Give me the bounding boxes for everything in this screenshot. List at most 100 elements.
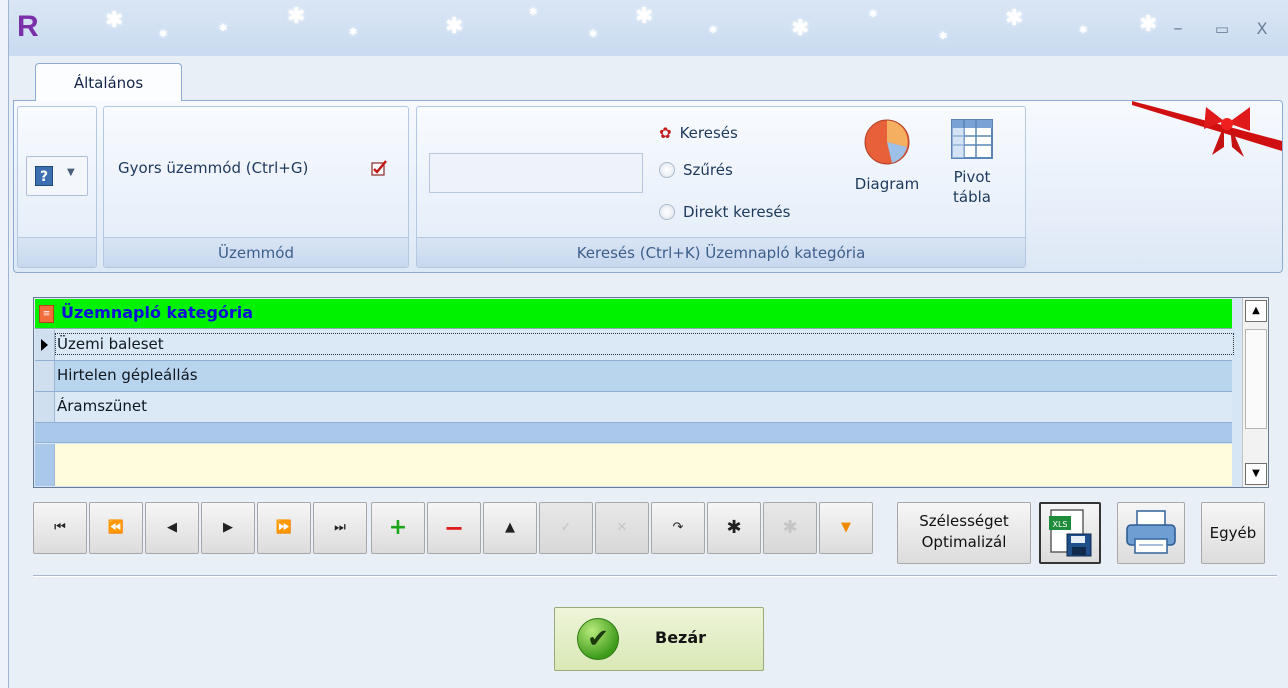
ribbon-group-help: ? ▼ bbox=[17, 106, 97, 268]
application-window: R ✱ ✱ ✱ ✱ ✱ ✱ ✱ ✱ ✱ ✱ ✱ ✱ ✱ ✱ ✱ ✱ – ▭ X … bbox=[9, 0, 1288, 688]
option-label: Keresés bbox=[679, 124, 738, 142]
snowflake-decoration: ✱ bbox=[1079, 25, 1088, 36]
print-button[interactable] bbox=[1117, 502, 1185, 564]
row-selector[interactable] bbox=[35, 444, 55, 486]
option-szures[interactable]: Szűrés bbox=[659, 161, 733, 179]
current-row-arrow-icon bbox=[41, 339, 48, 351]
option-label: Direkt keresés bbox=[683, 203, 791, 221]
table-cell[interactable]: Üzemi baleset bbox=[55, 333, 1234, 355]
row-selector[interactable] bbox=[35, 361, 55, 391]
first-record-button[interactable]: ⏮ bbox=[33, 502, 87, 554]
maximize-button[interactable]: ▭ bbox=[1209, 16, 1235, 42]
previous-page-button[interactable]: ⏪ bbox=[89, 502, 143, 554]
quick-mode-check-icon[interactable] bbox=[370, 159, 388, 181]
bow-icon: ✿ bbox=[659, 124, 672, 142]
title-bar: R ✱ ✱ ✱ ✱ ✱ ✱ ✱ ✱ ✱ ✱ ✱ ✱ ✱ ✱ ✱ ✱ – ▭ X bbox=[9, 0, 1288, 56]
other-button[interactable]: Egyéb bbox=[1201, 502, 1265, 564]
table-row-blank bbox=[35, 423, 1232, 443]
diagram-label: Diagram bbox=[854, 175, 920, 193]
edit-record-button[interactable]: ▲ bbox=[483, 502, 537, 554]
pie-chart-icon bbox=[864, 119, 910, 165]
snowflake-decoration: ✱ bbox=[709, 25, 718, 36]
add-record-button[interactable]: + bbox=[371, 502, 425, 554]
xls-save-icon: XLS bbox=[1049, 509, 1092, 557]
grid-header-label: Üzemnapló kategória bbox=[61, 303, 254, 322]
next-record-button[interactable]: ▶ bbox=[201, 502, 255, 554]
gift-bow-decoration bbox=[1132, 101, 1282, 157]
tab-altalanos[interactable]: Általános bbox=[35, 63, 182, 101]
scroll-up-button[interactable]: ▲ bbox=[1245, 300, 1267, 322]
grid-column-header[interactable]: ≡ Üzemnapló kategória bbox=[35, 299, 1232, 329]
scroll-thumb[interactable] bbox=[1245, 329, 1267, 429]
option-kereses[interactable]: ✿ Keresés bbox=[659, 124, 738, 142]
table-row[interactable]: Áramszünet bbox=[35, 392, 1232, 423]
search-input[interactable] bbox=[429, 153, 643, 193]
desktop-edge bbox=[0, 0, 9, 688]
separator bbox=[33, 575, 1277, 577]
row-selector[interactable] bbox=[35, 392, 55, 422]
next-page-button[interactable]: ⏩ bbox=[257, 502, 311, 554]
snowflake-decoration: ✱ bbox=[159, 29, 168, 40]
app-logo: R bbox=[17, 10, 39, 43]
row-selector[interactable] bbox=[35, 330, 55, 360]
optimize-width-line1: Szélességet bbox=[919, 512, 1009, 530]
snowflake-decoration: ✱ bbox=[589, 29, 598, 40]
table-cell[interactable]: Hirtelen gépleállás bbox=[57, 366, 198, 384]
snowflake-decoration: ✱ bbox=[219, 23, 228, 34]
group-caption-uzemmod: Üzemmód bbox=[104, 237, 408, 267]
filter-button[interactable]: ▼ bbox=[819, 502, 873, 554]
data-grid: ≡ Üzemnapló kategória Üzemi baleset Hirt… bbox=[33, 297, 1269, 488]
refresh-button[interactable]: ↷ bbox=[651, 502, 705, 554]
pivot-table-button[interactable]: Pivot tábla bbox=[937, 117, 1007, 207]
delete-record-button[interactable]: − bbox=[427, 502, 481, 554]
previous-record-button[interactable]: ◀ bbox=[145, 502, 199, 554]
minimize-button[interactable]: – bbox=[1165, 16, 1191, 42]
optimize-width-line2: Optimalizál bbox=[921, 533, 1007, 551]
group-caption bbox=[18, 237, 96, 267]
ribbon: ? ▼ Gyors üzemmód (Ctrl+G) Üzemmód ✿ Kere… bbox=[13, 100, 1283, 273]
vertical-scrollbar[interactable]: ▲ ▼ bbox=[1242, 298, 1268, 487]
option-label: Szűrés bbox=[683, 161, 733, 179]
snowflake-decoration: ✱ bbox=[939, 31, 948, 42]
help-dropdown[interactable]: ? ▼ bbox=[26, 156, 88, 196]
snowflake-decoration: ✱ bbox=[105, 8, 124, 33]
snowflake-decoration: ✱ bbox=[869, 9, 878, 20]
ribbon-group-kereses: ✿ Keresés Szűrés Direkt keresés Diagram bbox=[416, 106, 1026, 268]
snowflake-decoration: ✱ bbox=[349, 27, 358, 38]
option-direkt-kereses[interactable]: Direkt keresés bbox=[659, 203, 790, 221]
column-list-icon: ≡ bbox=[39, 305, 54, 323]
ribbon-group-uzemmod: Gyors üzemmód (Ctrl+G) Üzemmód bbox=[103, 106, 409, 268]
pivot-label-line1: Pivot bbox=[953, 168, 991, 186]
snowflake-decoration: ✱ bbox=[1005, 6, 1024, 31]
close-button-label: Bezár bbox=[655, 628, 707, 647]
check-icon: ✔ bbox=[577, 618, 619, 660]
diagram-button[interactable]: Diagram bbox=[849, 117, 925, 193]
new-record-row[interactable] bbox=[35, 444, 1232, 486]
post-edit-button[interactable]: ✓ bbox=[539, 502, 593, 554]
table-cell[interactable]: Áramszünet bbox=[57, 397, 147, 415]
quick-mode-toggle[interactable]: Gyors üzemmód (Ctrl+G) bbox=[118, 159, 308, 177]
snowflake-decoration: ✱ bbox=[791, 16, 810, 41]
bookmark-button[interactable]: ✱ bbox=[707, 502, 761, 554]
radio-button[interactable] bbox=[659, 204, 675, 220]
radio-button[interactable] bbox=[659, 162, 675, 178]
snowflake-decoration: ✱ bbox=[445, 14, 464, 39]
table-row[interactable]: Hirtelen gépleállás bbox=[35, 361, 1232, 392]
table-icon bbox=[951, 119, 993, 159]
pivot-label-line2: tábla bbox=[953, 188, 991, 206]
close-button[interactable]: ✔ Bezár bbox=[554, 607, 764, 671]
table-row[interactable]: Üzemi baleset bbox=[35, 330, 1234, 361]
scroll-down-button[interactable]: ▼ bbox=[1245, 463, 1267, 485]
snowflake-decoration: ✱ bbox=[529, 7, 538, 18]
optimize-width-button[interactable]: Szélességet Optimalizál bbox=[897, 502, 1031, 564]
goto-bookmark-button[interactable]: ✱ bbox=[763, 502, 817, 554]
printer-icon bbox=[1126, 510, 1176, 554]
snowflake-decoration: ✱ bbox=[1139, 12, 1158, 37]
chevron-down-icon: ▼ bbox=[67, 167, 75, 178]
cancel-edit-button[interactable]: ✕ bbox=[595, 502, 649, 554]
snowflake-decoration: ✱ bbox=[635, 4, 654, 29]
last-record-button[interactable]: ⏭ bbox=[313, 502, 367, 554]
export-xls-button[interactable]: XLS bbox=[1039, 502, 1101, 564]
close-window-button[interactable]: X bbox=[1249, 16, 1275, 42]
help-icon: ? bbox=[35, 166, 53, 186]
